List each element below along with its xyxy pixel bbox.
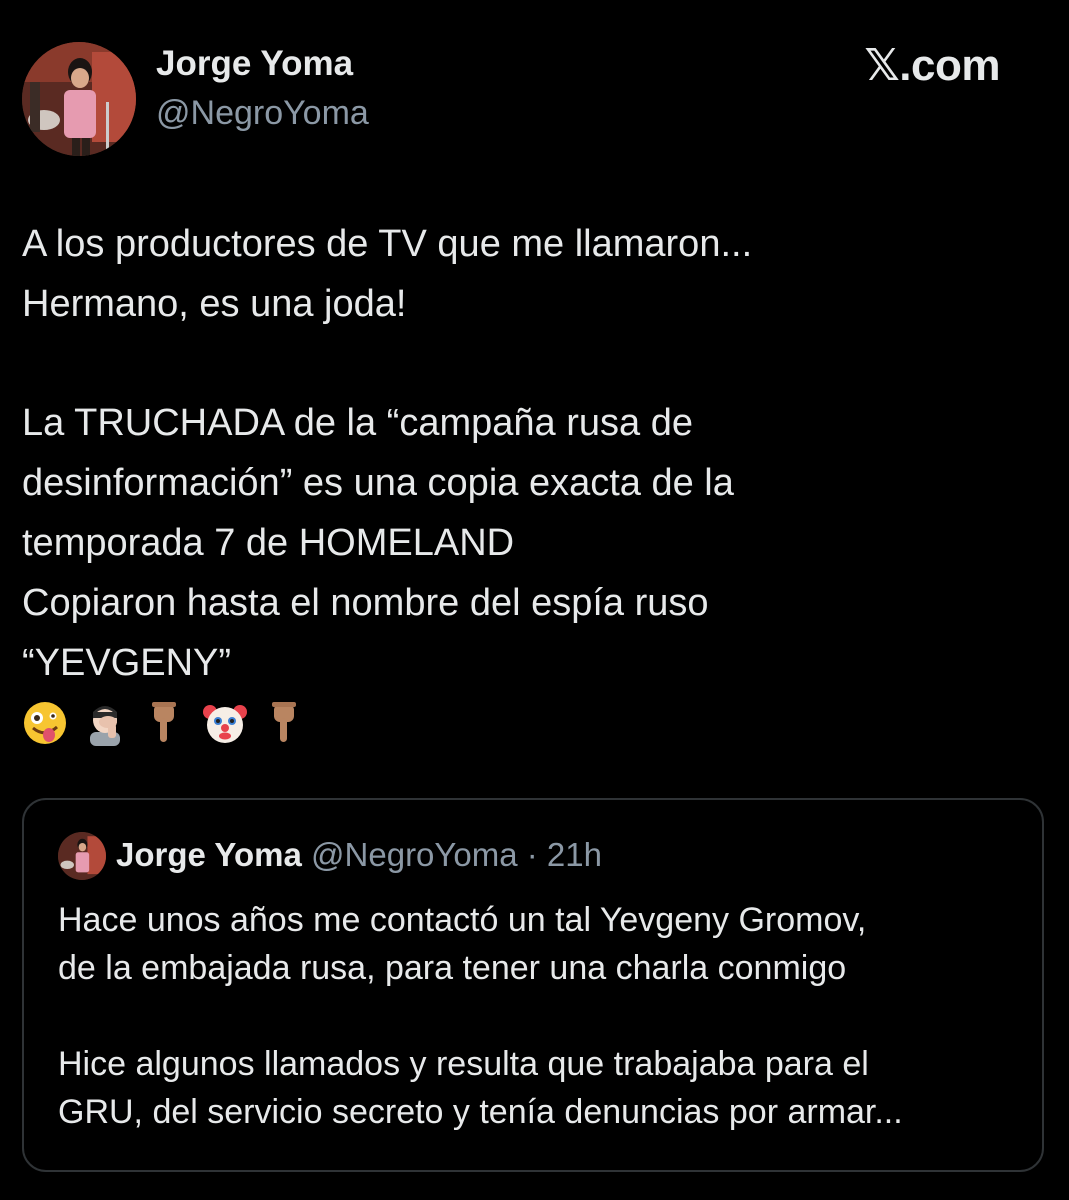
tweet-line: desinformación” es una copia exacta de l…	[22, 462, 734, 504]
tweet-line: Hermano, es una joda!	[22, 283, 407, 325]
tweet-line: La TRUCHADA de la “campaña rusa de	[22, 402, 693, 444]
quoted-line: GRU, del servicio secreto y tenía denunc…	[58, 1093, 903, 1131]
x-logo: 𝕏.com	[864, 41, 1000, 90]
author-avatar[interactable]	[22, 42, 136, 156]
pointing-down-emoji	[272, 702, 296, 742]
author-handle[interactable]: @NegroYoma	[156, 94, 369, 133]
meta-separator: ·	[517, 836, 547, 873]
author-name[interactable]: Jorge Yoma	[156, 44, 353, 84]
emoji-row	[22, 693, 1042, 753]
quoted-line: de la embajada rusa, para tener una char…	[58, 949, 847, 987]
quoted-line: Hace unos años me contactó un tal Yevgen…	[58, 901, 867, 939]
tweet-line: “YEVGENY”	[22, 642, 232, 684]
zany-face-emoji	[24, 702, 66, 744]
tweet-line: temporada 7 de HOMELAND	[22, 522, 515, 564]
quoted-text: Hace unos años me contactó un tal Yevgen…	[58, 896, 1028, 1136]
quoted-blank-line	[58, 992, 1028, 1040]
quoted-tweet[interactable]: Jorge Yoma @NegroYoma · 21h Hace unos añ…	[22, 798, 1044, 1172]
pointing-down-emoji	[152, 702, 176, 742]
tweet-line: A los productores de TV que me llamaron.…	[22, 223, 753, 265]
quoted-timestamp[interactable]: 21h	[547, 836, 602, 873]
tweet-line: Copiaron hasta el nombre del espía ruso	[22, 582, 709, 624]
quoted-header: Jorge Yoma @NegroYoma · 21h	[116, 836, 602, 874]
tweet-header: Jorge Yoma @NegroYoma 𝕏.com	[22, 30, 1022, 156]
quoted-author-name[interactable]: Jorge Yoma	[116, 836, 302, 873]
man-facepalming-emoji	[90, 706, 120, 746]
quoted-line: Hice algunos llamados y resulta que trab…	[58, 1045, 869, 1083]
tweet-text: A los productores de TV que me llamaron.…	[22, 214, 1042, 753]
clown-face-emoji	[203, 705, 247, 743]
quoted-author-avatar[interactable]	[58, 832, 106, 880]
quoted-author-handle[interactable]: @NegroYoma	[311, 836, 518, 873]
